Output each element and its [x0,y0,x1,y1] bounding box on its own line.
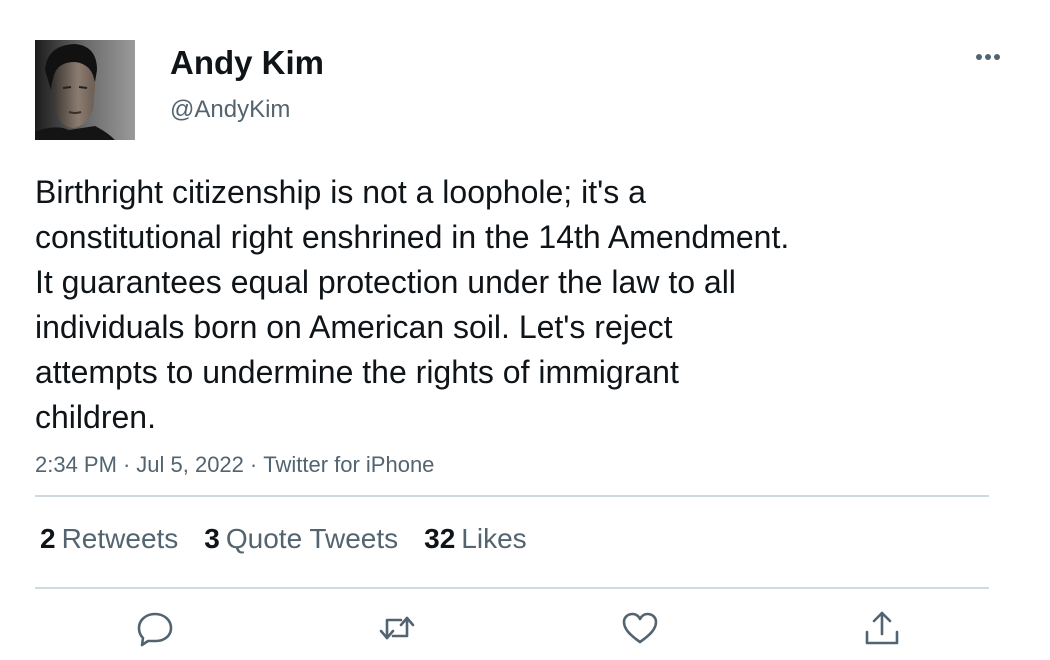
more-options-button[interactable] [968,42,1008,72]
tweet-stats: 2 Retweets 3 Quote Tweets 32 Likes [40,520,553,558]
meta-separator: · [122,452,131,477]
profile-photo-icon [35,40,135,140]
divider [35,587,989,589]
more-horizontal-icon [976,54,1000,60]
retweets-count: 2 [40,523,56,554]
likes-stat[interactable]: 32 Likes [424,520,527,558]
quote-tweets-stat[interactable]: 3 Quote Tweets [204,520,398,558]
retweets-label: Retweets [61,523,179,554]
share-icon [865,611,899,645]
quote-tweets-label: Quote Tweets [225,523,399,554]
author-handle[interactable]: @AndyKim [170,95,290,125]
tweet-metadata: 2:34 PM · Jul 5, 2022 · Twitter for iPhone [35,450,434,480]
retweets-stat[interactable]: 2 Retweets [40,520,178,558]
likes-label: Likes [461,523,527,554]
divider [35,495,989,497]
retweet-icon [379,616,415,640]
tweet-text: Birthright citizenship is not a loophole… [35,174,790,435]
reply-button[interactable] [135,608,175,648]
author-display-name[interactable]: Andy Kim [170,42,324,84]
tweet-time[interactable]: 2:34 PM [35,452,117,477]
tweet-source[interactable]: Twitter for iPhone [263,452,434,477]
likes-count: 32 [424,523,456,554]
quote-tweets-count: 3 [204,523,220,554]
tweet-card: Andy Kim @AndyKim Birthright citizenship… [0,0,1050,660]
retweet-button[interactable] [377,608,417,648]
meta-separator: · [249,452,258,477]
share-button[interactable] [862,608,902,648]
reply-icon [137,612,173,647]
avatar[interactable] [35,40,135,140]
like-button[interactable] [620,608,660,648]
heart-icon [622,612,658,644]
tweet-date[interactable]: Jul 5, 2022 [136,452,244,477]
